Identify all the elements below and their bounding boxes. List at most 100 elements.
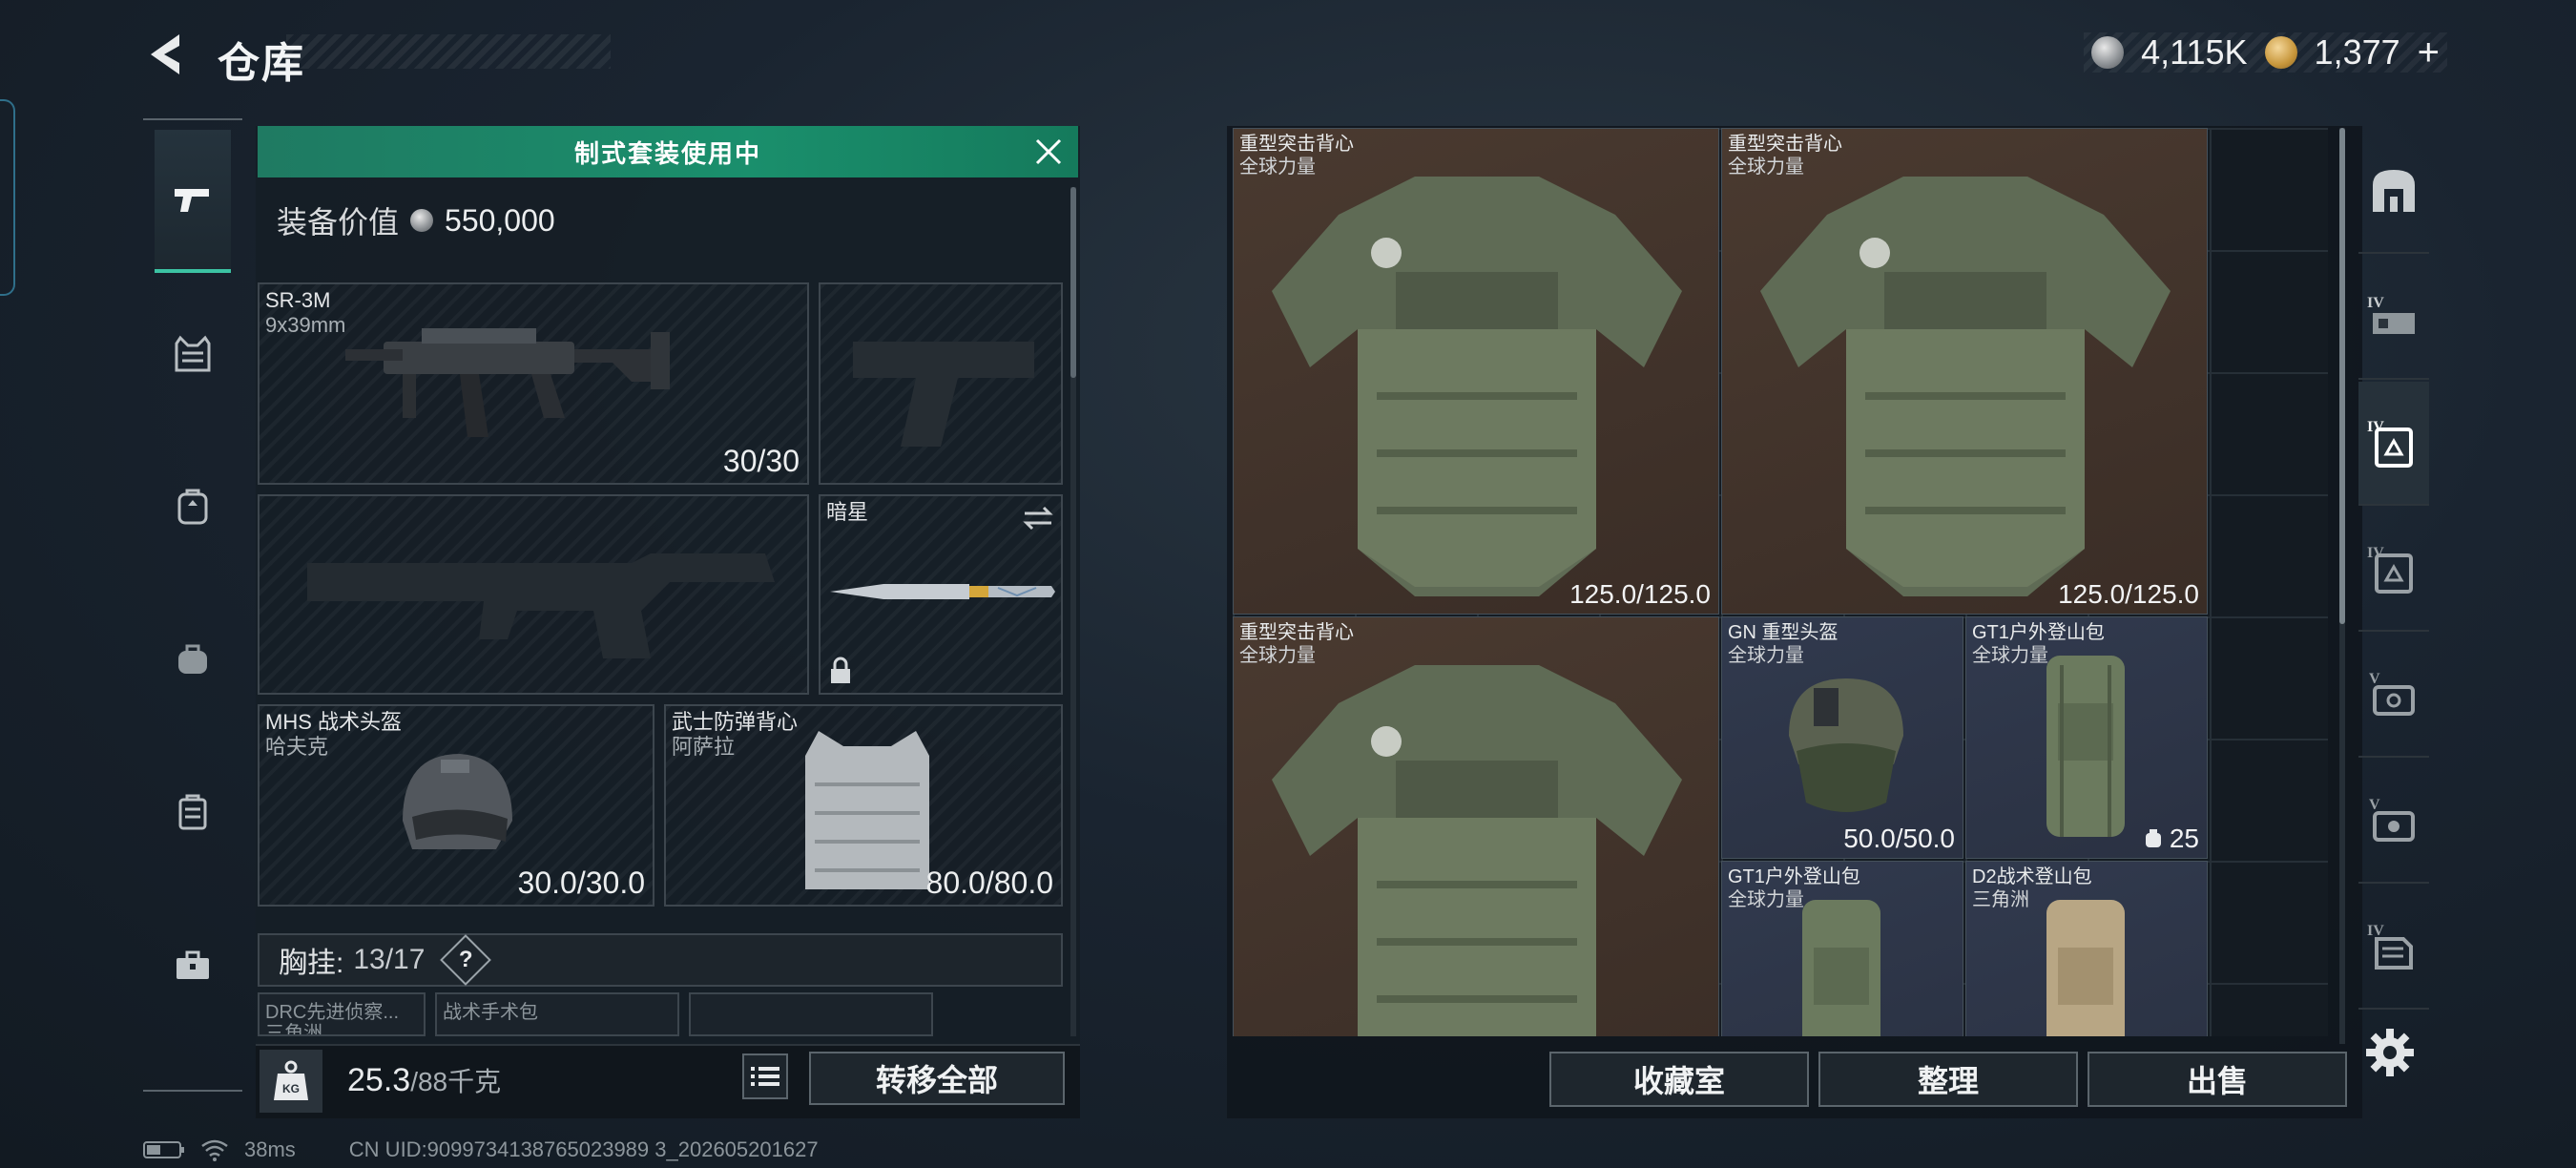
toolbox-icon xyxy=(177,950,209,979)
storage-item-name: D2战术登山包 xyxy=(1972,866,2092,887)
rig-item-brand: 三角洲 xyxy=(265,1023,322,1036)
filter-case[interactable]: V xyxy=(2358,760,2429,884)
currency-bar: 4,115K 1,377 + xyxy=(2084,31,2447,74)
filter-rig[interactable]: IV xyxy=(2358,256,2429,380)
storage-item[interactable]: 重型突击背心 全球力量 125.0/125.0 xyxy=(1233,128,1719,615)
backpack-image xyxy=(2046,900,2125,1036)
melee-name: 暗星 xyxy=(826,500,869,524)
nav-toolbox[interactable] xyxy=(155,893,231,1036)
sort-button[interactable]: 整理 xyxy=(1818,1052,2078,1107)
list-view-button[interactable] xyxy=(742,1053,788,1099)
heavy-vest-image xyxy=(1272,177,1682,596)
weight-icon: KG xyxy=(260,1050,322,1113)
container-filter-icon: IV xyxy=(2367,923,2413,970)
helmet-slot[interactable]: MHS 战术头盔 哈夫克 30.0/30.0 xyxy=(258,704,654,907)
case-icon xyxy=(178,794,207,830)
storage-item-name: GT1户外登山包 xyxy=(1972,622,2105,643)
storage-item[interactable]: GT1户外登山包 全球力量 25 xyxy=(1965,616,2208,859)
storage-item-durability: 125.0/125.0 xyxy=(2058,579,2199,609)
heavy-vest-image xyxy=(1272,665,1682,1036)
sell-button[interactable]: 出售 xyxy=(2088,1052,2347,1107)
storage-item[interactable]: 重型突击背心 全球力量 125.0/125.0 xyxy=(1721,128,2208,615)
helmet-name: MHS 战术头盔 xyxy=(265,710,403,734)
nav-backpack[interactable] xyxy=(155,435,231,578)
primary-weapon-caliber: 9x39mm xyxy=(265,313,346,337)
primary-weapon-name: SR-3M xyxy=(265,288,331,312)
primary-weapon-slot[interactable]: SR-3M 9x39mm 30/30 xyxy=(258,282,809,485)
collection-room-button[interactable]: 收藏室 xyxy=(1549,1052,1809,1107)
primary-weapon-ammo: 30/30 xyxy=(722,444,800,478)
filter-helmet[interactable]: IV xyxy=(2358,508,2429,632)
filter-backpack[interactable]: V xyxy=(2358,634,2429,758)
storage-item-qty-value: 25 xyxy=(2169,824,2199,853)
nav-weapons[interactable] xyxy=(155,130,231,273)
help-button[interactable]: ? xyxy=(440,934,492,986)
gold-coin-icon xyxy=(2264,36,2297,69)
helmet-brand: 哈夫克 xyxy=(265,735,329,759)
filter-all[interactable] xyxy=(2358,130,2429,254)
sidearm-slot[interactable] xyxy=(819,282,1063,485)
armor-filter-icon: IV xyxy=(2367,419,2413,468)
nav-bag[interactable] xyxy=(155,588,231,731)
settings-gear-icon[interactable] xyxy=(2364,1027,2416,1078)
loadout-scroll-thumb[interactable] xyxy=(1070,187,1076,378)
storage-item-brand: 全球力量 xyxy=(1972,645,2048,666)
filter-armor[interactable]: IV xyxy=(2358,382,2429,506)
storage-item-quantity: 25 xyxy=(2143,824,2199,854)
knife-image xyxy=(830,584,1055,599)
rig-item-slot[interactable]: 战术手术包 xyxy=(435,992,679,1036)
pistol-icon xyxy=(175,189,209,212)
silver-coin-icon xyxy=(2091,36,2125,69)
kg-label: KG xyxy=(282,1082,300,1095)
transfer-all-button[interactable]: 转移全部 xyxy=(809,1052,1065,1105)
storage-item[interactable]: D2战术登山包 三角洲 xyxy=(1965,861,2208,1036)
rifle-placeholder-icon xyxy=(307,553,775,658)
storage-item-name: 重型突击背心 xyxy=(1239,622,1354,643)
back-button[interactable] xyxy=(141,29,195,80)
storage-item-name: GN 重型头盔 xyxy=(1728,622,1839,643)
title-decoration xyxy=(286,34,611,69)
uid-text: CN UID:9099734138765023989 3_20260520162… xyxy=(348,1137,819,1161)
silver-currency-value: 4,115K xyxy=(2141,32,2248,72)
secondary-weapon-slot[interactable] xyxy=(258,494,809,695)
armor-durability: 80.0/80.0 xyxy=(925,866,1053,900)
ping-value: 38ms xyxy=(244,1137,296,1161)
capacity-icon xyxy=(2145,829,2161,847)
lock-icon xyxy=(831,657,850,683)
armor-brand: 阿萨拉 xyxy=(672,735,736,759)
svg-text:V: V xyxy=(2369,671,2380,687)
storage-item[interactable]: GT1户外登山包 全球力量 xyxy=(1721,861,1963,1036)
kit-banner: 制式套装使用中 xyxy=(258,126,1078,177)
chest-rig-label: 胸挂: xyxy=(279,948,344,979)
left-edge-tab[interactable] xyxy=(0,99,15,296)
equipment-value-label: 装备价值 xyxy=(277,205,400,240)
status-bar: 38ms CN UID:9099734138765023989 3_202605… xyxy=(143,1137,819,1162)
wifi-icon xyxy=(201,1139,228,1161)
weight-max: /88千克 xyxy=(410,1067,502,1096)
storage-item-brand: 全球力量 xyxy=(1239,156,1316,177)
storage-item[interactable]: GN 重型头盔 全球力量 50.0/50.0 xyxy=(1721,616,1963,859)
storage-item[interactable]: 重型突击背心 全球力量 xyxy=(1233,616,1719,1036)
battery-icon xyxy=(143,1141,184,1158)
nav-vest[interactable] xyxy=(155,282,231,426)
rifle-image xyxy=(345,328,670,437)
close-icon[interactable] xyxy=(1032,136,1065,168)
swap-icon[interactable] xyxy=(1021,504,1055,532)
heavy-vest-image xyxy=(1760,177,2171,596)
rig-item-slot-empty[interactable] xyxy=(689,992,933,1036)
armor-slot[interactable]: 武士防弹背心 阿萨拉 80.0/80.0 xyxy=(664,704,1063,907)
chest-rig-count: 13/17 xyxy=(353,944,426,975)
storage-item-brand: 全球力量 xyxy=(1728,645,1804,666)
chest-rig-row[interactable]: 胸挂: 13/17 ? xyxy=(258,933,1063,987)
melee-slot[interactable]: 暗星 xyxy=(819,494,1063,695)
storage-grid: 重型突击背心 全球力量 125.0/125.0 重型突击背心 全球力量 125.… xyxy=(1233,128,2328,1036)
rig-item-slot[interactable]: DRC先进侦察... 三角洲 xyxy=(258,992,426,1036)
backpack-icon xyxy=(177,489,208,525)
add-currency-button[interactable]: + xyxy=(2418,31,2440,74)
rig-filter-icon: IV xyxy=(2367,295,2415,334)
storage-scroll-thumb[interactable] xyxy=(2339,128,2345,624)
filter-container[interactable]: IV xyxy=(2358,886,2429,1010)
nav-case[interactable] xyxy=(155,740,231,884)
storage-item-name: 重型突击背心 xyxy=(1239,134,1354,155)
rig-item-name: 战术手术包 xyxy=(443,1002,538,1023)
